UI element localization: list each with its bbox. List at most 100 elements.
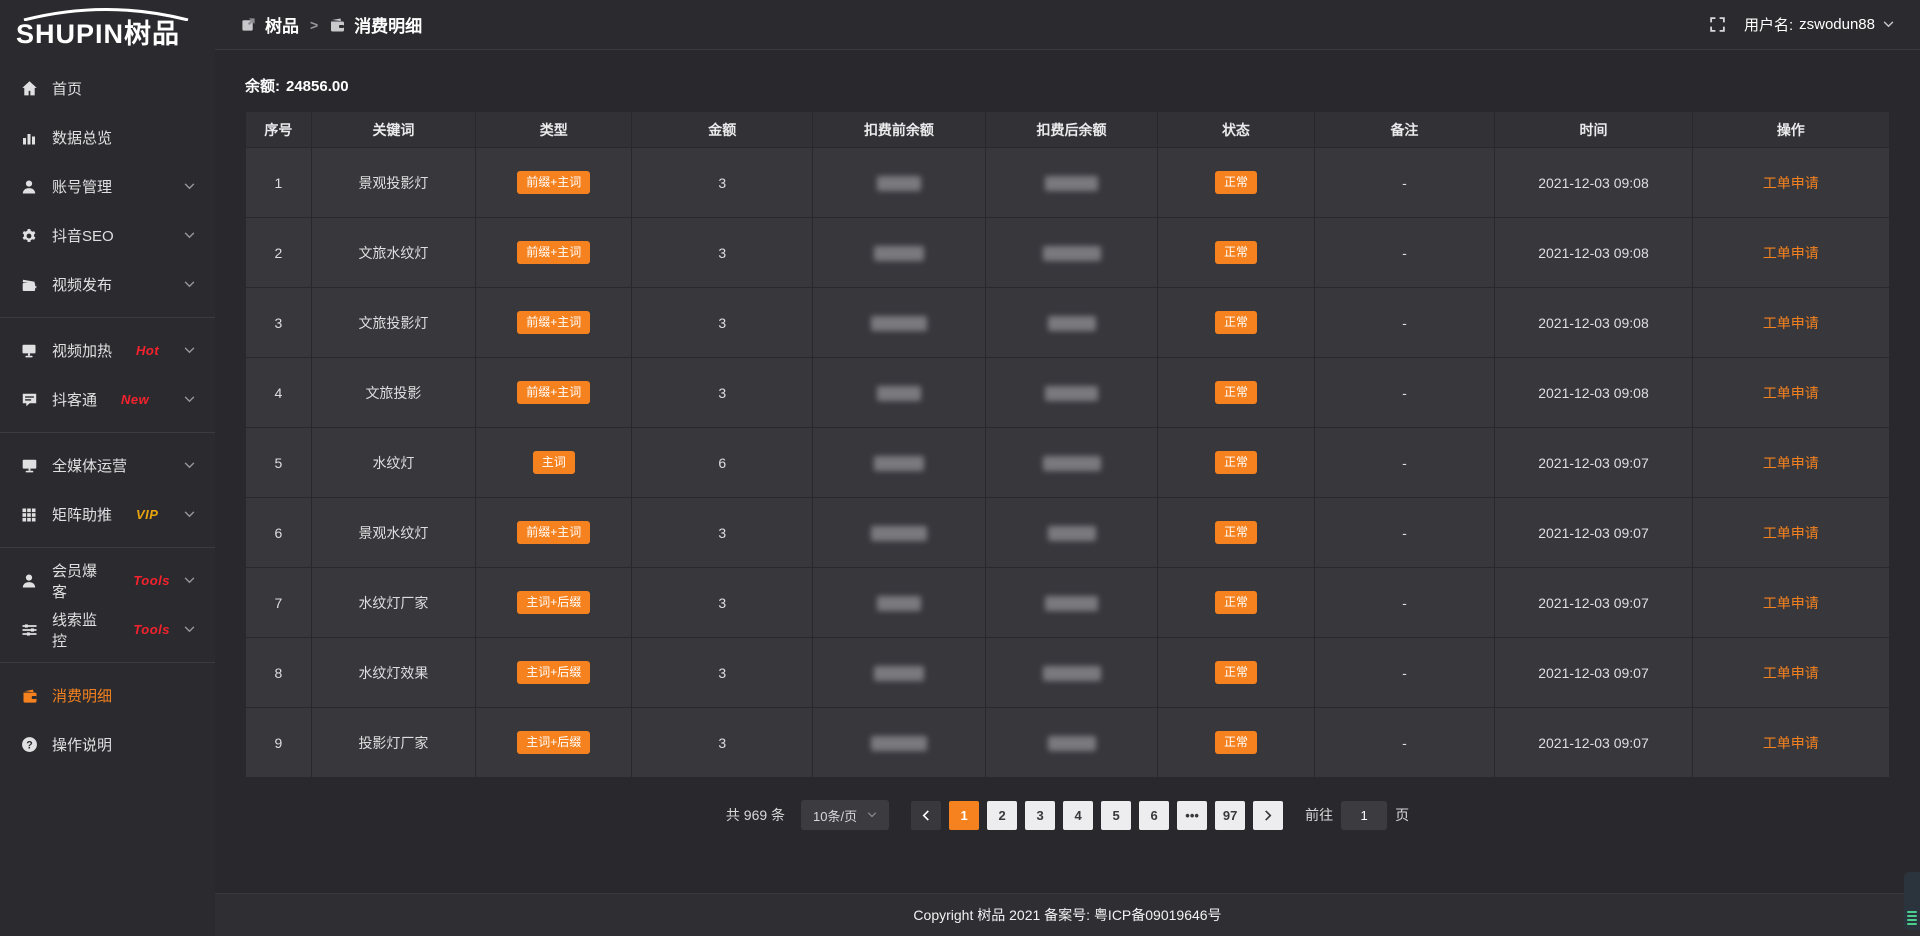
ticket-apply-link[interactable]: 工单申请 xyxy=(1763,455,1819,471)
row-index-cell: 3 xyxy=(246,288,312,358)
sidebar-item[interactable]: 抖客通New xyxy=(0,375,215,424)
type-tag: 主词+后缀 xyxy=(517,661,590,683)
ticket-apply-link[interactable]: 工单申请 xyxy=(1763,735,1819,751)
ticket-apply-link[interactable]: 工单申请 xyxy=(1763,245,1819,261)
amount-cell: 3 xyxy=(632,148,813,218)
status-tag: 正常 xyxy=(1215,731,1257,753)
time-cell: 2021-12-03 09:07 xyxy=(1495,708,1692,778)
post-balance-cell xyxy=(985,288,1158,358)
ticket-apply-link[interactable]: 工单申请 xyxy=(1763,315,1819,331)
ticket-apply-link[interactable]: 工单申请 xyxy=(1763,665,1819,681)
sidebar-item-label: 消费明细 xyxy=(52,685,112,706)
type-cell: 主词 xyxy=(476,428,632,498)
page-button[interactable]: 5 xyxy=(1101,801,1131,830)
action-cell: 工单申请 xyxy=(1692,498,1889,568)
home-icon xyxy=(20,80,38,98)
type-cell: 前缀+主词 xyxy=(476,498,632,568)
page-button[interactable]: 4 xyxy=(1063,801,1093,830)
sidebar-item-label: 数据总览 xyxy=(52,127,112,148)
sidebar-item[interactable]: 线索监控Tools xyxy=(0,605,215,654)
chat-icon xyxy=(20,391,38,409)
sliders-icon xyxy=(20,621,38,639)
sidebar-item-label: 视频加热 xyxy=(52,340,112,361)
member-icon xyxy=(20,572,38,590)
sidebar-item[interactable]: 视频发布 xyxy=(0,260,215,309)
sidebar-item[interactable]: 矩阵助推VIP xyxy=(0,490,215,539)
sidebar-item-active[interactable]: 消费明细 xyxy=(0,671,215,720)
keyword-cell: 水纹灯效果 xyxy=(311,638,475,708)
sidebar-item[interactable]: 首页 xyxy=(0,64,215,113)
fullscreen-button[interactable] xyxy=(1709,16,1726,33)
action-cell: 工单申请 xyxy=(1692,148,1889,218)
censored-pre-balance xyxy=(871,526,927,541)
action-cell: 工单申请 xyxy=(1692,358,1889,428)
menu-divider xyxy=(0,432,215,433)
chevron-down-icon xyxy=(184,396,195,403)
table-row: 9投影灯厂家主词+后缀3正常-2021-12-03 09:07工单申请 xyxy=(246,708,1890,778)
logo-brand: SHUPIN xyxy=(16,19,124,49)
table-row: 6景观水纹灯前缀+主词3正常-2021-12-03 09:07工单申请 xyxy=(246,498,1890,568)
sidebar-item[interactable]: 全媒体运营 xyxy=(0,441,215,490)
next-page-button[interactable] xyxy=(1253,801,1283,830)
remark-cell: - xyxy=(1314,498,1495,568)
chevron-down-icon xyxy=(184,462,195,469)
goto-page-input[interactable] xyxy=(1341,801,1387,830)
ticket-apply-link[interactable]: 工单申请 xyxy=(1763,175,1819,191)
sidebar-item[interactable]: 账号管理 xyxy=(0,162,215,211)
logo-brand-cn: 树品 xyxy=(124,19,180,49)
table-row: 8水纹灯效果主词+后缀3正常-2021-12-03 09:07工单申请 xyxy=(246,638,1890,708)
censored-post-balance xyxy=(1048,736,1096,751)
breadcrumb-item-home[interactable]: 树品 xyxy=(265,12,299,37)
sidebar-item[interactable]: 视频加热Hot xyxy=(0,326,215,375)
sidebar-item-label: 首页 xyxy=(52,78,82,99)
censored-pre-balance xyxy=(877,176,921,191)
ticket-apply-link[interactable]: 工单申请 xyxy=(1763,385,1819,401)
status-cell: 正常 xyxy=(1158,708,1314,778)
username-dropdown[interactable]: 用户名: zswodun88 xyxy=(1744,14,1894,35)
censored-pre-balance xyxy=(874,246,924,261)
type-tag: 前缀+主词 xyxy=(517,311,590,333)
chat-widget[interactable] xyxy=(1904,872,1920,930)
total-count-label: 共 969 条 xyxy=(726,805,785,825)
keyword-cell: 水纹灯 xyxy=(311,428,475,498)
type-cell: 主词+后缀 xyxy=(476,638,632,708)
username-label: 用户名: xyxy=(1744,14,1793,35)
page-button[interactable]: 3 xyxy=(1025,801,1055,830)
row-index-cell: 5 xyxy=(246,428,312,498)
page-button[interactable]: 6 xyxy=(1139,801,1169,830)
pre-balance-cell xyxy=(813,638,986,708)
app-window: SHUPIN树品 首页数据总览账号管理抖音SEO视频发布视频加热Hot抖客通Ne… xyxy=(0,0,1920,936)
page-size-select[interactable]: 10条/页 xyxy=(801,800,889,830)
type-cell: 前缀+主词 xyxy=(476,288,632,358)
prev-page-button[interactable] xyxy=(911,801,941,830)
sidebar-item[interactable]: 抖音SEO xyxy=(0,211,215,260)
row-index-cell: 6 xyxy=(246,498,312,568)
sidebar-item[interactable]: 会员爆客Tools xyxy=(0,556,215,605)
page-button[interactable]: 2 xyxy=(987,801,1017,830)
ellipsis-page-button[interactable]: ••• xyxy=(1177,801,1207,830)
balance-value: 24856.00 xyxy=(286,78,349,95)
ticket-apply-link[interactable]: 工单申请 xyxy=(1763,525,1819,541)
page-button-active[interactable]: 1 xyxy=(949,801,979,830)
sidebar-item-label: 操作说明 xyxy=(52,734,112,755)
sidebar-item[interactable]: 数据总览 xyxy=(0,113,215,162)
table-row: 4文旅投影前缀+主词3正常-2021-12-03 09:08工单申请 xyxy=(246,358,1890,428)
time-cell: 2021-12-03 09:08 xyxy=(1495,218,1692,288)
ticket-apply-link[interactable]: 工单申请 xyxy=(1763,595,1819,611)
time-cell: 2021-12-03 09:07 xyxy=(1495,568,1692,638)
time-cell: 2021-12-03 09:08 xyxy=(1495,288,1692,358)
breadcrumb-item-current[interactable]: 消费明细 xyxy=(354,12,422,37)
consumption-table: 序号关键词类型金额扣费前余额扣费后余额状态备注时间操作 1景观投影灯前缀+主词3… xyxy=(245,111,1890,778)
menu-divider xyxy=(0,317,215,318)
column-header: 扣费前余额 xyxy=(813,112,986,148)
censored-pre-balance xyxy=(874,456,924,471)
remark-cell: - xyxy=(1314,638,1495,708)
svg-text:?: ? xyxy=(26,739,32,751)
sidebar-item[interactable]: ? 操作说明 xyxy=(0,720,215,769)
footer: Copyright 树品 2021 备案号: 粤ICP备09019646号 xyxy=(215,893,1920,936)
status-cell: 正常 xyxy=(1158,498,1314,568)
post-balance-cell xyxy=(985,638,1158,708)
amount-cell: 3 xyxy=(632,498,813,568)
page-button[interactable]: 97 xyxy=(1215,801,1245,830)
column-header: 时间 xyxy=(1495,112,1692,148)
